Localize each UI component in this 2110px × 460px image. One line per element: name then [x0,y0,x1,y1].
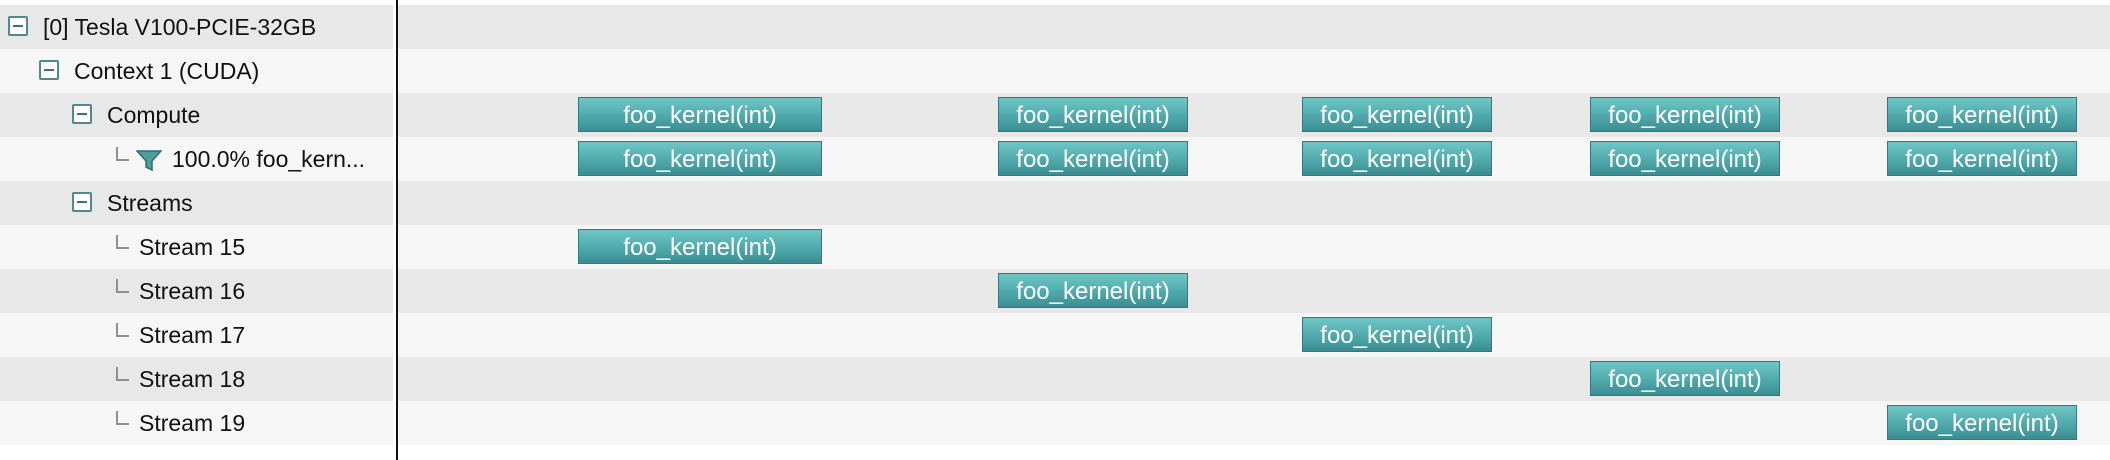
kernel-bar[interactable]: foo_kernel(int) [1887,405,2077,440]
kernel-bar[interactable]: foo_kernel(int) [1887,141,2077,176]
timeline-row-0-tesla-v100-pcie-32gb [398,5,2110,49]
timeline-row-100-0-foo-kern: foo_kernel(int) foo_kernel(int) foo_kernel… [398,137,2110,181]
tree-row-100-0-foo-kern[interactable]: 100.0% foo_kern... [0,137,393,181]
tree-row-compute[interactable]: Compute [0,93,393,137]
timeline-row-streams [398,181,2110,225]
tree-row-streams[interactable]: Streams [0,181,393,225]
kernel-bar[interactable]: foo_kernel(int) [998,273,1188,308]
timeline-tree-panel: [0] Tesla V100-PCIE-32GB Context 1 (CUDA)… [0,0,396,460]
kernel-bar[interactable]: foo_kernel(int) [578,229,822,264]
timeline-row-compute: foo_kernel(int) foo_kernel(int) foo_kernel… [398,93,2110,137]
tree-branch-line [116,147,129,161]
kernel-bar[interactable]: foo_kernel(int) [998,97,1188,132]
tree-row-label: Streams [107,190,193,216]
tree-branch-line [116,235,129,249]
kernel-bar[interactable]: foo_kernel(int) [578,141,822,176]
filter-icon [136,150,162,172]
timeline-row-stream-19: foo_kernel(int) [398,401,2110,445]
tree-branch-line [116,367,129,381]
tree-row-stream-16[interactable]: Stream 16 [0,269,393,313]
kernel-bar[interactable]: foo_kernel(int) [998,141,1188,176]
collapse-icon[interactable] [72,104,92,124]
tree-branch-line [116,323,129,337]
tree-branch-line [116,279,129,293]
tree-row-label: Context 1 (CUDA) [74,58,260,84]
timeline-row-stream-18: foo_kernel(int) [398,357,2110,401]
tree-row-stream-19[interactable]: Stream 19 [0,401,393,445]
tree-row-label: Stream 17 [139,322,246,348]
collapse-icon[interactable] [72,192,92,212]
tree-row-stream-15[interactable]: Stream 15 [0,225,393,269]
kernel-bar[interactable]: foo_kernel(int) [1302,141,1492,176]
kernel-bar[interactable]: foo_kernel(int) [1590,361,1780,396]
tree-row-label: Stream 19 [139,410,246,436]
kernel-bar[interactable]: foo_kernel(int) [578,97,822,132]
timeline-row-stream-15: foo_kernel(int) [398,225,2110,269]
kernel-bar[interactable]: foo_kernel(int) [1302,97,1492,132]
tree-row-label: Stream 15 [139,234,246,260]
timeline-row-context-1-cuda [398,49,2110,93]
collapse-icon[interactable] [39,60,59,80]
timeline-panel: foo_kernel(int) foo_kernel(int) foo_kernel… [398,0,2110,460]
tree-row-0-tesla-v100-pcie-32gb[interactable]: [0] Tesla V100-PCIE-32GB [0,5,393,49]
tree-row-stream-18[interactable]: Stream 18 [0,357,393,401]
tree-row-label: Stream 16 [139,278,246,304]
kernel-bar[interactable]: foo_kernel(int) [1590,97,1780,132]
kernel-bar[interactable]: foo_kernel(int) [1302,317,1492,352]
tree-row-label: 100.0% foo_kern... [172,146,366,172]
kernel-bar[interactable]: foo_kernel(int) [1590,141,1780,176]
tree-branch-line [116,411,129,425]
timeline-row-stream-16: foo_kernel(int) [398,269,2110,313]
collapse-icon[interactable] [8,16,28,36]
tree-row-context-1-cuda[interactable]: Context 1 (CUDA) [0,49,393,93]
tree-row-stream-17[interactable]: Stream 17 [0,313,393,357]
kernel-bar[interactable]: foo_kernel(int) [1887,97,2077,132]
timeline-row-stream-17: foo_kernel(int) [398,313,2110,357]
tree-row-label: [0] Tesla V100-PCIE-32GB [43,14,317,40]
tree-row-label: Stream 18 [139,366,246,392]
tree-row-label: Compute [107,102,201,128]
